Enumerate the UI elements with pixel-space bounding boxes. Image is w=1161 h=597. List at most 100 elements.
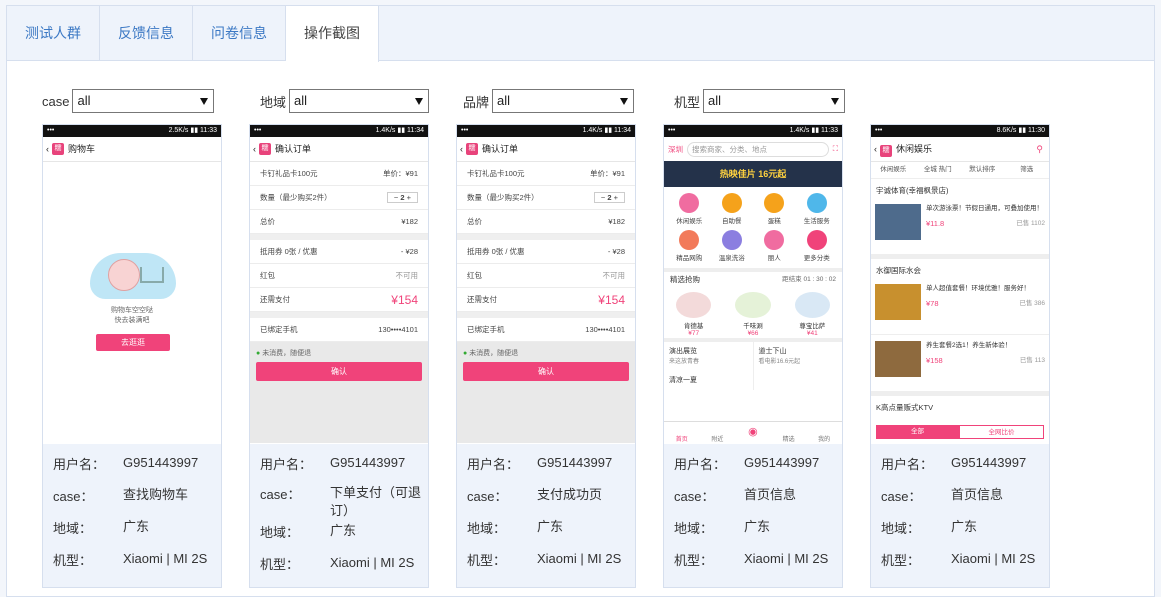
app-logo-icon: 糯 bbox=[880, 145, 892, 157]
app-header: ‹ 糯休闲娱乐 ⚲ bbox=[871, 137, 1049, 162]
chevron-down-icon bbox=[620, 98, 629, 105]
filter-case-select[interactable]: all bbox=[72, 89, 215, 113]
check-icon: ● bbox=[256, 350, 261, 357]
compare-price-button[interactable]: 全网比价 bbox=[959, 425, 1044, 439]
card-info: 用户名： G951443997 case： 下单支付（可退订） 地域： 广东 机型： X… bbox=[250, 444, 428, 587]
user-value: G951443997 bbox=[123, 455, 199, 470]
phone-screenshot[interactable]: ••• 8.6K/s ▮▮ 11:30 ‹ 糯休闲娱乐 ⚲ 休闲娱乐 全城 热门 默认… bbox=[871, 125, 1049, 443]
region-value: 广东 bbox=[123, 519, 150, 534]
case-value: 首页信息 bbox=[744, 487, 797, 502]
category-item[interactable]: 更多分类 bbox=[796, 230, 839, 262]
filter-region-label: 地域 bbox=[260, 94, 287, 110]
filter-area[interactable]: 全城 热门 bbox=[916, 162, 961, 178]
shop-name[interactable]: 水御国际水会 bbox=[871, 255, 1049, 278]
model-value: Xiaomi | MI 2S bbox=[951, 551, 1036, 566]
filter-brand-label: 品牌 bbox=[463, 94, 490, 110]
model-value: Xiaomi | MI 2S bbox=[123, 551, 208, 566]
all-button[interactable]: 全部 bbox=[876, 425, 959, 439]
category-item[interactable]: 生活服务 bbox=[796, 193, 839, 225]
empty-cart-illustration bbox=[90, 253, 176, 299]
phone-screenshot[interactable]: ••• 1.4K/s ▮▮ 11:33 深圳 搜索商家、分类、地点 ⛶ 热映佳片 … bbox=[664, 125, 842, 443]
status-bar: ••• 1.4K/s ▮▮ 11:34 bbox=[457, 125, 635, 137]
app-header: 深圳 搜索商家、分类、地点 ⛶ bbox=[664, 137, 842, 161]
filter-model-select[interactable]: all bbox=[703, 89, 846, 113]
deal-item[interactable]: 单次游泳票！节假日通用，可叠加使用！ ¥11.8 已售 1102 bbox=[871, 198, 1049, 255]
promo-shows[interactable]: 演出展览 来这放青春 清凉一夏 bbox=[664, 342, 754, 390]
search-icon[interactable]: ⚲ bbox=[1036, 137, 1043, 161]
deal-item[interactable]: 单人超值套餐！环境优雅！服务好！ ¥78 已售 386 bbox=[871, 278, 1049, 335]
category-item[interactable]: 自助餐 bbox=[711, 193, 754, 225]
quantity-stepper[interactable]: − 2 + bbox=[593, 192, 625, 203]
filter-bar: 休闲娱乐 全城 热门 默认排序 筛选 bbox=[871, 162, 1049, 179]
confirm-button[interactable]: 确认 bbox=[256, 362, 422, 381]
banner[interactable]: 热映佳片 16元起 bbox=[664, 161, 842, 187]
phone-screenshot[interactable]: ••• 1.4K/s ▮▮ 11:34 ‹ 糯确认订单 卡钉礼品卡100元 单价：¥9… bbox=[457, 125, 635, 443]
tab-questionnaire[interactable]: 问卷信息 bbox=[193, 6, 286, 61]
region-value: 广东 bbox=[951, 519, 978, 534]
pay-amount: ¥154 bbox=[598, 292, 625, 307]
card-info: 用户名： G951443997 case： 支付成功页 地域： 广东 机型： Xiaom… bbox=[457, 444, 635, 587]
cart-icon[interactable]: ⛶ bbox=[833, 144, 838, 154]
case-value: 下单支付（可退订） bbox=[330, 485, 422, 518]
microphone-icon[interactable]: ◉ bbox=[735, 422, 771, 443]
filter-more[interactable]: 筛选 bbox=[1005, 162, 1050, 178]
filter-category[interactable]: 休闲娱乐 bbox=[871, 162, 916, 178]
filter-brand-select[interactable]: all bbox=[492, 89, 635, 113]
user-value: G951443997 bbox=[744, 455, 820, 470]
quantity-stepper[interactable]: − 2 + bbox=[386, 192, 418, 203]
screenshot-card: ••• 2.5K/s ▮▮ 11:33 ‹ 糯购物车 购物车空空哒 快去装满吧 去逛… bbox=[42, 124, 222, 588]
nav-mine[interactable]: 我的 bbox=[806, 422, 842, 443]
confirm-button[interactable]: 确认 bbox=[463, 362, 629, 381]
nav-featured[interactable]: 精选 bbox=[771, 422, 807, 443]
chevron-down-icon bbox=[831, 98, 840, 105]
screenshot-card: ••• 1.4K/s ▮▮ 11:33 深圳 搜索商家、分类、地点 ⛶ 热映佳片 … bbox=[663, 124, 843, 588]
region-value: 广东 bbox=[744, 519, 771, 534]
bottom-switch: 全部 全网比价 bbox=[876, 425, 1044, 439]
nav-nearby[interactable]: 附近 bbox=[700, 422, 736, 443]
app-header: ‹ 糯确认订单 bbox=[457, 137, 635, 162]
status-bar: ••• 1.4K/s ▮▮ 11:34 bbox=[250, 125, 428, 137]
deal-item[interactable]: 养生套餐2选1！养生新体验！ ¥158 已售 113 bbox=[871, 335, 1049, 392]
app-header: ‹ 糯购物车 bbox=[43, 137, 221, 162]
deal-item[interactable]: 千味涮 ¥66 bbox=[723, 288, 782, 338]
phone-screenshot[interactable]: ••• 2.5K/s ▮▮ 11:33 ‹ 糯购物车 购物车空空哒 快去装满吧 去逛… bbox=[43, 125, 221, 443]
model-value: Xiaomi | MI 2S bbox=[537, 551, 622, 566]
app-header: ‹ 糯确认订单 bbox=[250, 137, 428, 162]
category-item[interactable]: 丽人 bbox=[753, 230, 796, 262]
card-info: 用户名： G951443997 case： 首页信息 地域： 广东 机型： Xiaomi… bbox=[871, 444, 1049, 587]
tab-screenshots[interactable]: 操作截图 bbox=[286, 6, 379, 62]
filter-model: 机型 all bbox=[674, 88, 846, 114]
phone-screenshot[interactable]: ••• 1.4K/s ▮▮ 11:34 ‹ 糯确认订单 卡钉礼品卡100元 单价：¥9… bbox=[250, 125, 428, 443]
city-selector[interactable]: 深圳 bbox=[668, 144, 683, 155]
promo-movie[interactable]: 道士下山 看电影16.6元起 bbox=[754, 342, 843, 390]
shop-name[interactable]: K高点量贩式KTV bbox=[871, 392, 1049, 415]
nav-home[interactable]: 首页 bbox=[664, 422, 700, 443]
filter-region-select[interactable]: all bbox=[289, 89, 430, 113]
back-icon: ‹ bbox=[874, 144, 877, 154]
back-icon: ‹ bbox=[460, 144, 463, 154]
app-logo-icon: 糯 bbox=[259, 143, 271, 155]
filter-case: case all bbox=[42, 88, 215, 114]
deal-item[interactable]: 尊宝比萨 ¥41 bbox=[783, 288, 842, 338]
filter-sort[interactable]: 默认排序 bbox=[960, 162, 1005, 178]
tab-test-group[interactable]: 测试人群 bbox=[7, 6, 100, 61]
chevron-down-icon bbox=[200, 98, 209, 105]
case-value: 首页信息 bbox=[951, 487, 1004, 502]
filter-model-label: 机型 bbox=[674, 94, 701, 110]
pay-amount: ¥154 bbox=[391, 292, 418, 307]
user-value: G951443997 bbox=[330, 455, 406, 470]
deal-item[interactable]: 肯德基 ¥77 bbox=[664, 288, 723, 338]
search-input[interactable]: 搜索商家、分类、地点 bbox=[687, 141, 829, 157]
go-shopping-button[interactable]: 去逛逛 bbox=[96, 334, 170, 351]
tab-feedback[interactable]: 反馈信息 bbox=[100, 6, 193, 61]
shop-name[interactable]: 宇诚体育(幸福枫景店) bbox=[871, 179, 1049, 198]
category-item[interactable]: 温泉洗浴 bbox=[711, 230, 754, 262]
category-item[interactable]: 蛋糕 bbox=[753, 193, 796, 225]
card-info: 用户名： G951443997 case： 查找购物车 地域： 广东 机型： Xiaom… bbox=[43, 444, 221, 587]
bottom-nav: 首页 附近 ◉ 精选 我的 bbox=[664, 421, 842, 443]
back-icon: ‹ bbox=[253, 144, 256, 154]
flash-sale-title: 精选抢购 bbox=[670, 275, 700, 284]
user-value: G951443997 bbox=[537, 455, 613, 470]
category-item[interactable]: 休闲娱乐 bbox=[668, 193, 711, 225]
category-item[interactable]: 精品网购 bbox=[668, 230, 711, 262]
